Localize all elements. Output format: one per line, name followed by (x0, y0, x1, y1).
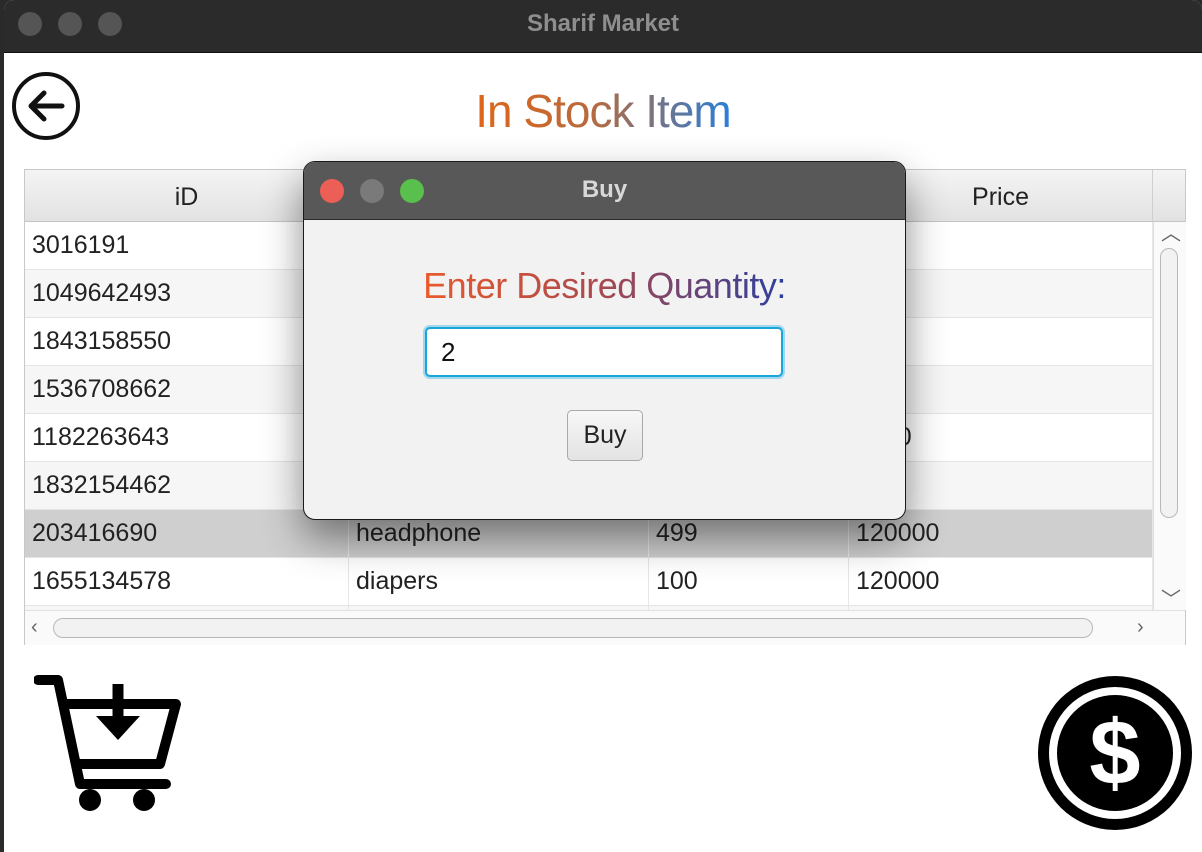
dialog-titlebar: Buy (304, 162, 905, 220)
svg-text:$: $ (1089, 702, 1140, 804)
scroll-up-icon[interactable]: ︿ (1161, 224, 1181, 244)
cell-id: 1655134578 (25, 558, 349, 605)
dialog-title: Buy (581, 176, 628, 203)
window-title: Sharif Market (526, 10, 680, 37)
quantity-prompt: Enter Desired Quantity: (423, 265, 786, 306)
cell-price: 120000 (849, 558, 1153, 605)
scroll-left-icon[interactable]: ‹ (31, 617, 38, 637)
scroll-right-icon[interactable]: › (1137, 617, 1144, 637)
buy-dialog: Buy Enter Desired Quantity: Buy (303, 161, 906, 520)
cell-id: 1536708662 (25, 366, 349, 413)
cell-name: diapers (349, 558, 649, 605)
column-header-id[interactable]: iD (25, 170, 349, 221)
cell-id: 1182263643 (25, 414, 349, 461)
vertical-scroll-thumb[interactable] (1160, 248, 1178, 518)
cell-id: 1049642493 (25, 270, 349, 317)
table-header-corner (1153, 170, 1185, 222)
quantity-input[interactable] (425, 327, 783, 377)
horizontal-scrollbar[interactable]: ‹ › (25, 610, 1185, 645)
table-row[interactable]: 1655134578 diapers 100 120000 (25, 558, 1153, 606)
page-title: In Stock Item (475, 85, 731, 137)
cell-id: 1843158550 (25, 318, 349, 365)
cell-id: 203416690 (25, 510, 349, 557)
cell-id: 1832154462 (25, 462, 349, 509)
horizontal-scroll-thumb[interactable] (53, 618, 1093, 638)
dollar-circle-icon[interactable]: $ (1034, 672, 1196, 834)
cart-download-icon[interactable] (34, 672, 182, 814)
cell-id: 3016191 (25, 222, 349, 269)
scroll-down-icon[interactable]: ﹀ (1161, 590, 1181, 610)
buy-button[interactable]: Buy (567, 410, 643, 461)
vertical-scrollbar[interactable]: ︿ ﹀ (1153, 222, 1186, 610)
window-titlebar: Sharif Market (4, 0, 1202, 53)
cell-quantity: 100 (649, 558, 849, 605)
